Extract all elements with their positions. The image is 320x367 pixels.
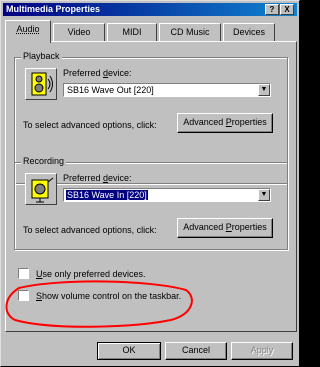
tab-video[interactable]: Video — [53, 23, 105, 41]
playback-advanced-hint: To select advanced options, click: — [23, 120, 157, 130]
close-button[interactable]: X — [280, 4, 294, 15]
ok-button[interactable]: OK — [97, 342, 161, 360]
tab-cd-music[interactable]: CD Music — [159, 23, 221, 41]
playback-advanced-properties-button[interactable]: Advanced Properties — [177, 113, 273, 133]
recording-device-label: Preferred device: — [63, 173, 132, 183]
title-bar[interactable]: Multimedia Properties ? X — [3, 3, 297, 16]
help-button[interactable]: ? — [265, 4, 279, 15]
playback-device-label: Preferred device: — [63, 68, 132, 78]
tab-devices[interactable]: Devices — [223, 23, 275, 41]
recording-advanced-hint: To select advanced options, click: — [23, 225, 157, 235]
playback-group-label: Playback — [21, 51, 62, 61]
apply-button[interactable]: Apply — [231, 342, 293, 360]
chevron-down-icon[interactable]: ▼ — [258, 84, 270, 96]
red-annotation-circle — [5, 280, 193, 328]
window-title: Multimedia Properties — [6, 4, 101, 14]
recording-advanced-properties-button[interactable]: Advanced Properties — [177, 218, 273, 238]
microphone-icon — [25, 173, 57, 205]
speaker-icon — [25, 68, 57, 100]
tab-audio[interactable]: Audio — [5, 20, 51, 43]
recording-group: Recording Preferred device: SB16 Wave In… — [14, 156, 288, 250]
recording-device-value: SB16 Wave In [220] — [66, 190, 148, 200]
recording-device-select[interactable]: SB16 Wave In [220] ▼ — [63, 188, 271, 202]
chevron-down-icon[interactable]: ▼ — [258, 189, 270, 201]
tab-midi[interactable]: MIDI — [107, 23, 157, 41]
playback-device-select[interactable]: SB16 Wave Out [220] ▼ — [63, 83, 271, 97]
recording-group-label: Recording — [21, 156, 67, 166]
cancel-button[interactable]: Cancel — [165, 342, 227, 360]
playback-device-value: SB16 Wave Out [220] — [67, 85, 154, 95]
multimedia-properties-window: Multimedia Properties ? X Audio Video MI… — [0, 0, 300, 367]
